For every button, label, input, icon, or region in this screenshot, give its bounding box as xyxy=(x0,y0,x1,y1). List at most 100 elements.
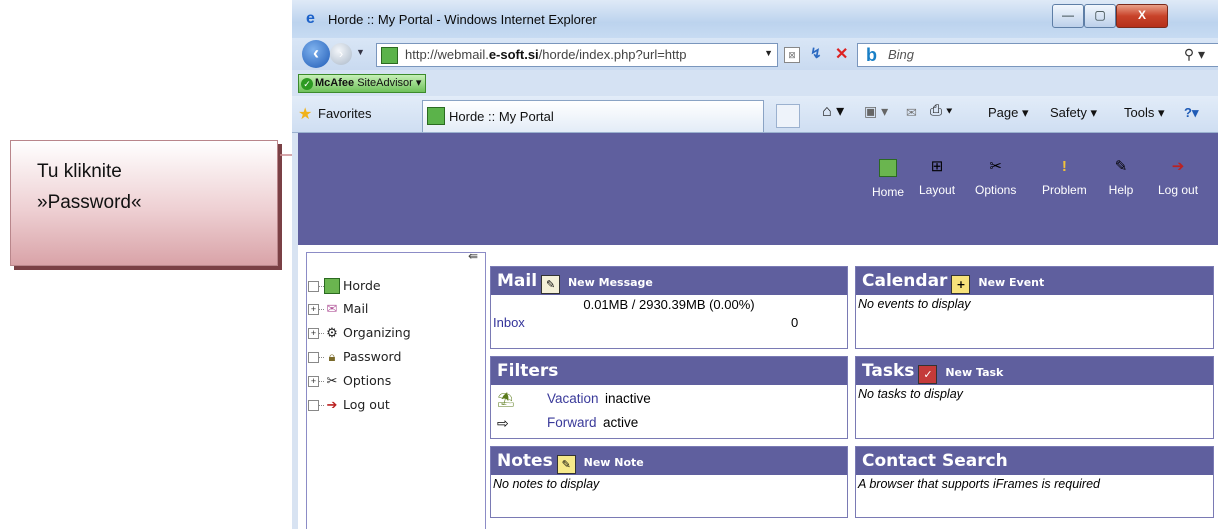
mail-block-title: Mail xyxy=(497,271,538,291)
new-message-icon[interactable]: ✎ xyxy=(541,275,561,294)
vacation-icon: ⛱ xyxy=(497,391,515,407)
refresh-icon[interactable]: ↯ xyxy=(810,45,822,62)
vacation-link[interactable]: Vacation xyxy=(547,391,599,406)
logout-icon: ➔ xyxy=(326,397,338,412)
addon-toolbar: ✓ McAfee SiteAdvisor ▾ xyxy=(292,70,1218,96)
help-menu[interactable]: ?▾ xyxy=(1184,105,1198,121)
page-viewport: Home ⊞ Layout ✂ Options ! Problem ✎ Help… xyxy=(292,133,1218,529)
menu-help-label: Help xyxy=(1108,183,1134,197)
menu-layout-label: Layout xyxy=(919,183,956,197)
address-dropdown-icon[interactable]: ▼ xyxy=(764,48,773,58)
search-placeholder: Bing xyxy=(888,47,915,62)
address-url[interactable]: http://webmail.e-soft.si/horde/index.php… xyxy=(405,47,686,62)
home-icon[interactable]: ⌂ ▾ xyxy=(822,101,844,121)
new-note-icon[interactable]: ✎ xyxy=(556,455,576,474)
mcafee-label: SiteAdvisor ▾ xyxy=(357,77,422,89)
sidebar-item-label: Password xyxy=(343,349,402,364)
compatibility-view-icon[interactable]: ⊠ xyxy=(784,47,800,63)
sidebar-item-label: Mail xyxy=(343,301,369,316)
collapse-sidebar-icon[interactable]: ⇚ xyxy=(468,249,482,263)
notes-block: Notes ✎ New Note No notes to display xyxy=(490,446,848,518)
notes-block-header: Notes ✎ New Note xyxy=(491,447,847,475)
menu-options[interactable]: ✂ Options xyxy=(975,153,1016,197)
tasks-block-title: Tasks xyxy=(862,361,915,381)
recent-pages-dropdown[interactable]: ▼ xyxy=(356,47,365,57)
options-icon: ✂ xyxy=(326,373,338,388)
print-icon[interactable]: ⎙ ▾ xyxy=(930,102,952,119)
back-button[interactable]: ‹ xyxy=(302,40,330,68)
sidebar-tree: ⇚ Horde + ✉ Mail + ⚙ Organizing 🔒︎ Passw… xyxy=(306,249,486,529)
logout-icon: ➔ xyxy=(1171,158,1185,175)
new-event-link[interactable]: New Event xyxy=(978,276,1044,289)
close-button[interactable]: X xyxy=(1116,4,1168,28)
callout-text: Tu kliknite »Password« xyxy=(37,161,142,213)
site-favicon-icon xyxy=(381,47,398,64)
menu-home-label: Home xyxy=(872,185,905,199)
browser-window: e Horde :: My Portal - Windows Internet … xyxy=(292,0,1218,529)
menu-help[interactable]: ✎ Help xyxy=(1105,153,1137,197)
title-bar: e Horde :: My Portal - Windows Internet … xyxy=(292,0,1218,38)
favorites-star-icon[interactable]: ★ xyxy=(298,104,312,124)
forward-state: active xyxy=(603,415,639,430)
read-mail-icon[interactable]: ✉ xyxy=(906,105,917,121)
contact-search-message: A browser that supports iFrames is requi… xyxy=(858,477,1100,491)
tab-favicon-icon xyxy=(427,107,445,125)
address-bar[interactable]: http://webmail.e-soft.si/horde/index.php… xyxy=(376,43,778,67)
forward-arrow-icon: ⇨ xyxy=(497,415,509,431)
lock-icon: 🔒︎ xyxy=(328,349,336,364)
new-task-link[interactable]: New Task xyxy=(945,366,1003,379)
url-prefix: http://webmail. xyxy=(405,47,489,62)
new-message-link[interactable]: New Message xyxy=(568,276,653,289)
search-input[interactable]: b Bing ⚲ ▾ xyxy=(857,43,1218,67)
filters-block-header: Filters xyxy=(491,357,847,385)
maximize-button[interactable]: ▢ xyxy=(1084,4,1116,28)
menu-home[interactable]: Home xyxy=(872,153,904,199)
menu-logout[interactable]: ➔ Log out xyxy=(1158,153,1198,197)
tasks-block-header: Tasks ✓ New Task xyxy=(856,357,1213,385)
menu-layout[interactable]: ⊞ Layout xyxy=(919,153,955,197)
inbox-link[interactable]: Inbox xyxy=(493,315,525,330)
favorites-button[interactable]: Favorites xyxy=(318,106,371,121)
menu-problem[interactable]: ! Problem xyxy=(1042,153,1087,197)
mail-block-header: Mail ✎ New Message xyxy=(491,267,847,295)
tools-menu[interactable]: Tools ▾ xyxy=(1124,105,1165,121)
url-suffix: /horde/index.php?url=http xyxy=(538,47,687,62)
page-menu[interactable]: Page ▾ xyxy=(988,105,1029,121)
search-icon[interactable]: ⚲ ▾ xyxy=(1184,46,1205,63)
feeds-icon[interactable]: ▣ ▾ xyxy=(864,103,888,120)
tasks-block: Tasks ✓ New Task No tasks to display xyxy=(855,356,1214,439)
window-title: Horde :: My Portal - Windows Internet Ex… xyxy=(328,12,597,27)
sidebar-item-label: Organizing xyxy=(343,325,411,340)
layout-icon: ⊞ xyxy=(930,158,944,175)
mcafee-check-icon: ✓ xyxy=(301,78,313,90)
menu-options-label: Options xyxy=(975,183,1017,197)
minimize-button[interactable]: — xyxy=(1052,4,1084,28)
new-tab-button[interactable] xyxy=(776,104,800,128)
tutorial-callout: Tu kliknite »Password« xyxy=(10,140,278,266)
horde-top-bar: Home ⊞ Layout ✂ Options ! Problem ✎ Help… xyxy=(298,133,1218,245)
forward-button[interactable]: › xyxy=(330,43,352,65)
forward-link[interactable]: Forward xyxy=(547,415,597,430)
problem-icon: ! xyxy=(1061,158,1067,175)
mail-block: Mail ✎ New Message 0.01MB / 2930.39MB (0.… xyxy=(490,266,848,349)
mcafee-siteadvisor-button[interactable]: ✓ McAfee SiteAdvisor ▾ xyxy=(298,74,427,93)
calendar-empty-text: No events to display xyxy=(858,297,971,311)
contact-search-block: Contact Search A browser that supports i… xyxy=(855,446,1214,518)
notes-block-title: Notes xyxy=(497,451,553,471)
menu-problem-label: Problem xyxy=(1042,183,1087,197)
tab-label: Horde :: My Portal xyxy=(449,109,554,124)
sidebar-item-label: Options xyxy=(343,373,392,388)
navigation-bar: ‹ › ▼ http://webmail.e-soft.si/horde/ind… xyxy=(292,38,1218,70)
calendar-block: Calendar + New Event No events to display xyxy=(855,266,1214,349)
filters-block: Filters ⛱ Vacation inactive ⇨ Forward ac… xyxy=(490,356,848,439)
new-task-icon[interactable]: ✓ xyxy=(918,365,938,384)
sidebar-item-label: Horde xyxy=(343,278,381,293)
new-event-icon[interactable]: + xyxy=(951,275,971,294)
safety-menu[interactable]: Safety ▾ xyxy=(1050,105,1097,121)
help-icon: ✎ xyxy=(1114,158,1128,175)
stop-icon[interactable]: ✕ xyxy=(835,44,848,64)
new-note-link[interactable]: New Note xyxy=(584,456,644,469)
home-icon xyxy=(879,159,897,177)
tab-horde-portal[interactable]: Horde :: My Portal xyxy=(422,100,764,132)
notes-empty-text: No notes to display xyxy=(493,477,600,491)
